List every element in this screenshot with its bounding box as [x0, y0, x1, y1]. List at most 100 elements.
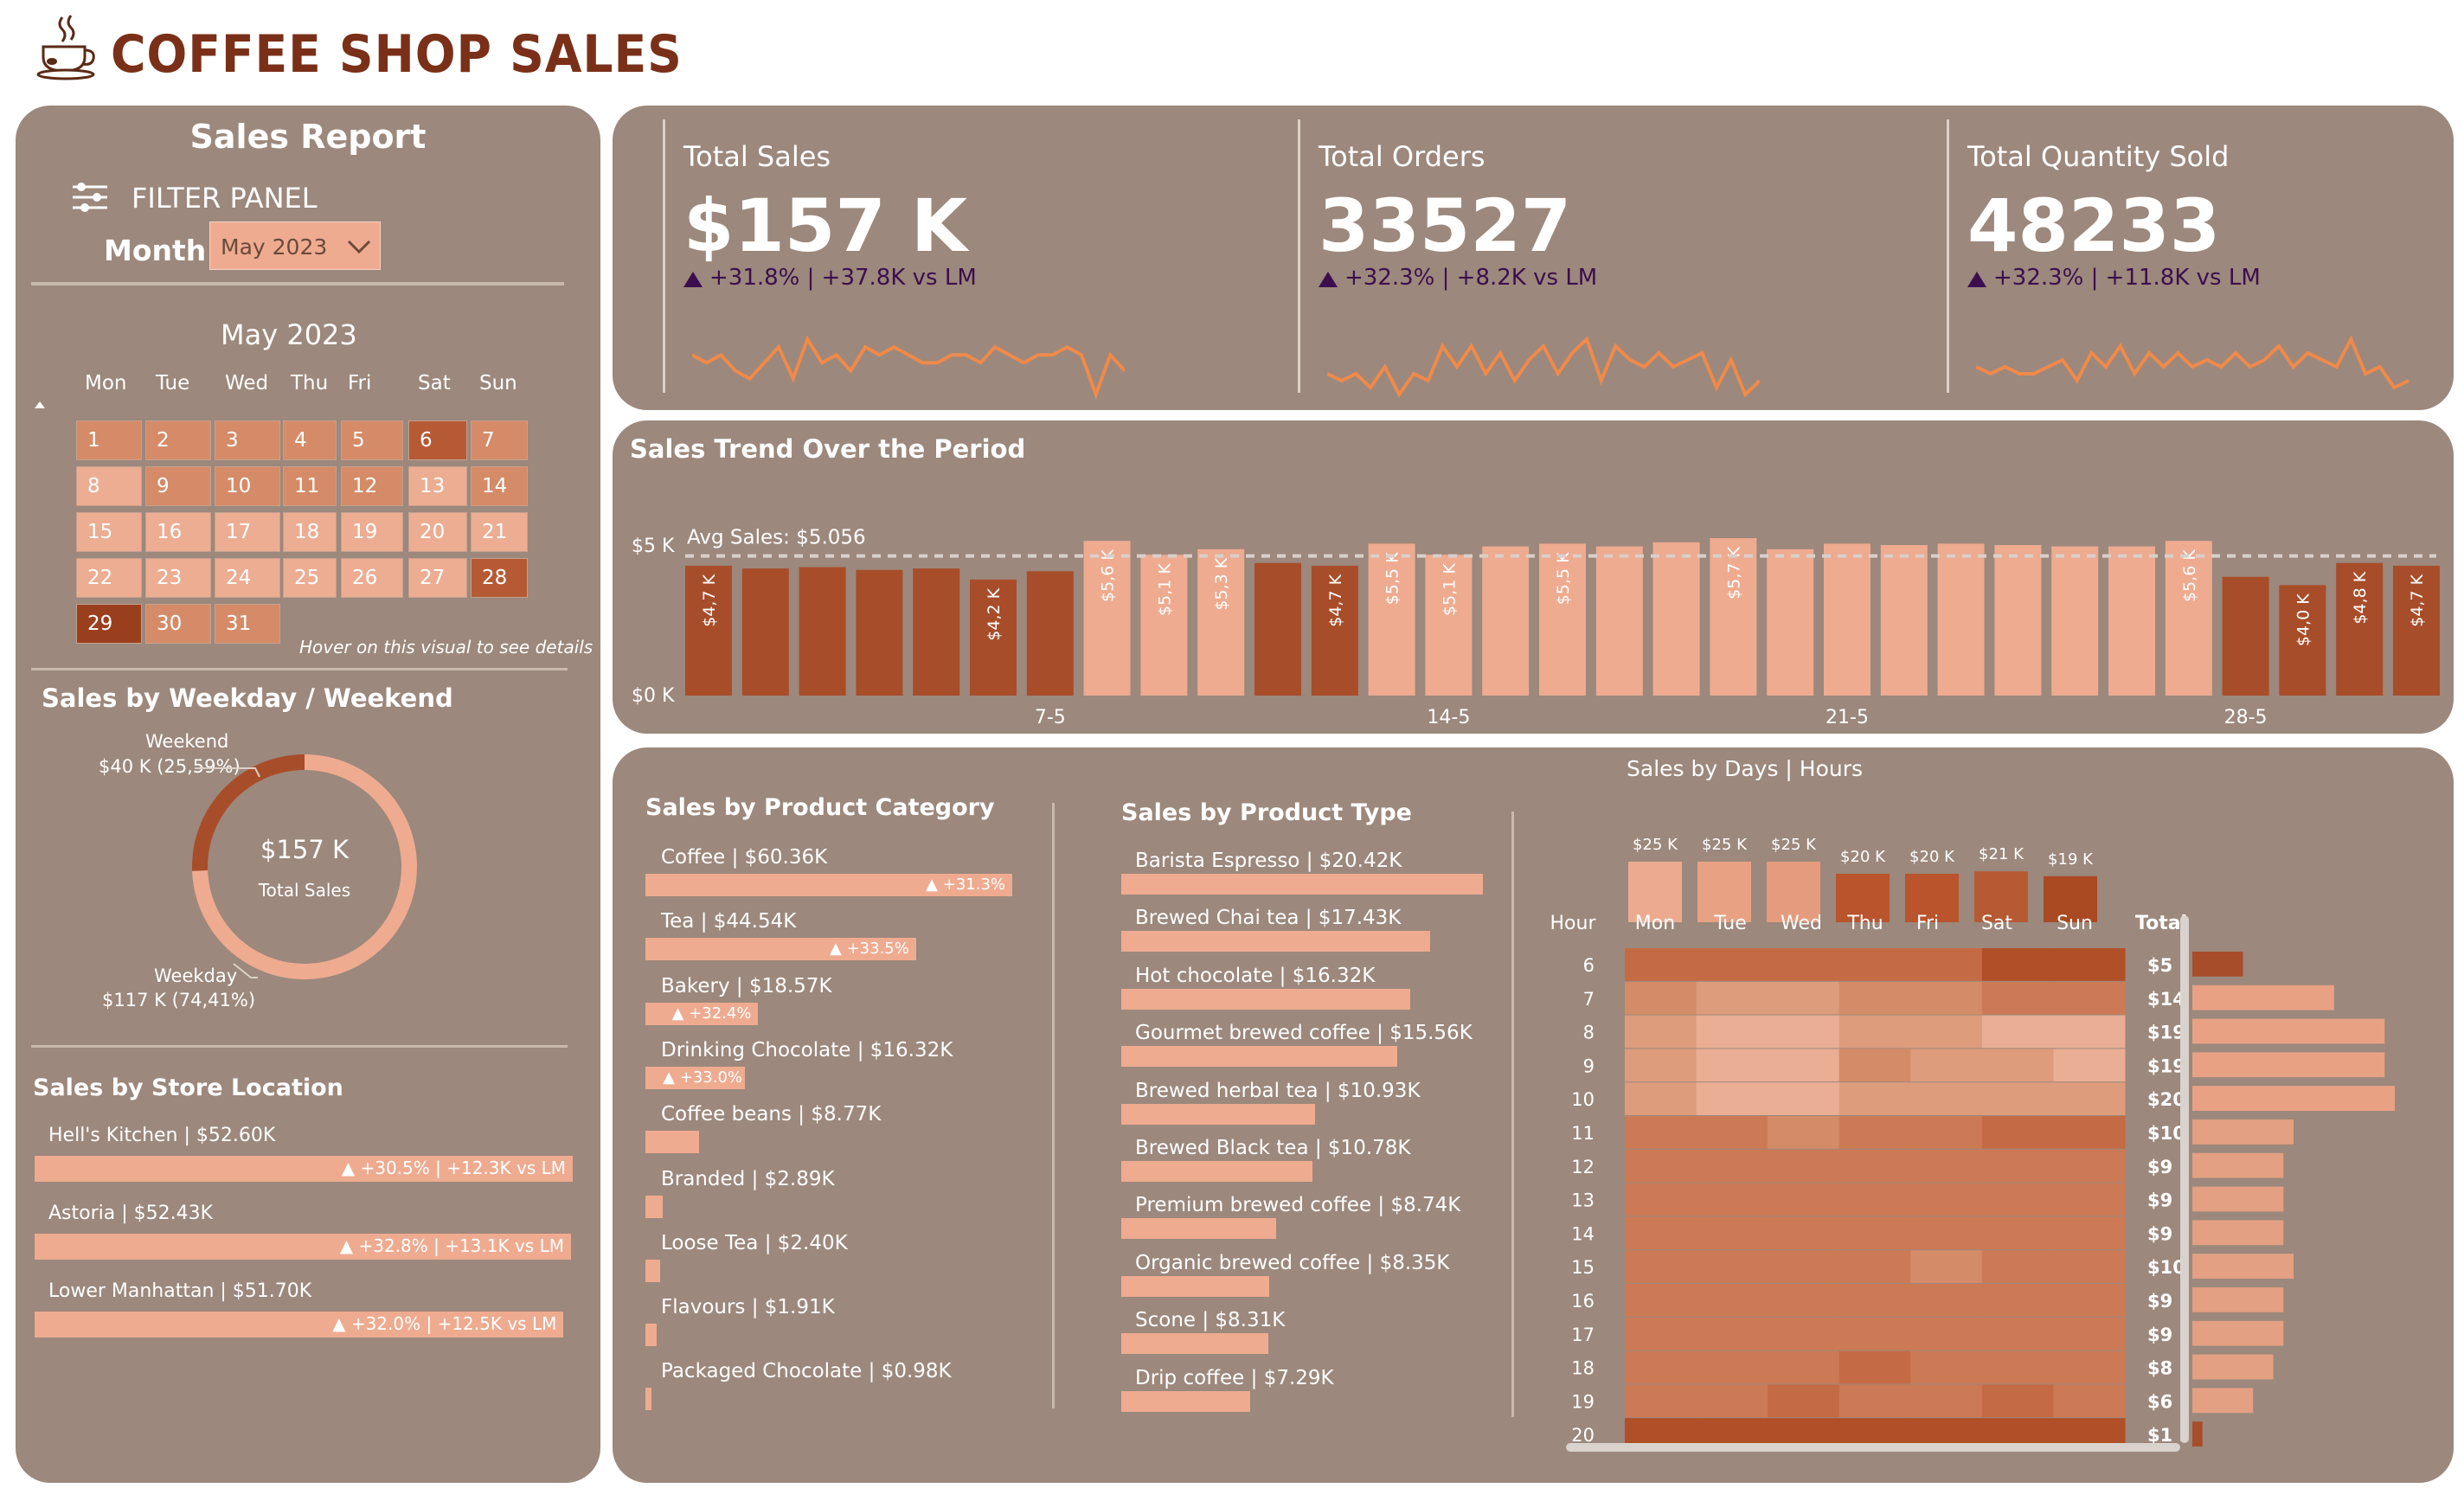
hour-total-bar[interactable]: [2192, 1052, 2385, 1078]
ptype-bar[interactable]: [1121, 1161, 1312, 1182]
ptype-bar[interactable]: [1121, 988, 1411, 1010]
calendar-day[interactable]: 18: [283, 512, 337, 552]
calendar-day[interactable]: 5: [341, 420, 403, 460]
trend-bar[interactable]: [856, 569, 903, 696]
heatmap-cell[interactable]: [1768, 981, 1840, 1015]
heatmap-cell[interactable]: [1910, 1350, 1983, 1384]
hour-total-bar[interactable]: [2192, 1254, 2294, 1279]
heatmap-cell[interactable]: [1838, 1116, 1911, 1149]
heatmap-cell[interactable]: [1838, 1049, 1911, 1082]
heatmap-cell[interactable]: [1625, 1116, 1697, 1149]
ptype-bar[interactable]: [1121, 1103, 1315, 1125]
heatmap-cell[interactable]: [1910, 1082, 1983, 1115]
heatmap-cell[interactable]: [1768, 1216, 1840, 1250]
heatmap-cell[interactable]: [2053, 1015, 2126, 1049]
heatmap-cell[interactable]: [1625, 1284, 1697, 1317]
heatmap-cell[interactable]: [1625, 1049, 1697, 1082]
calendar-day[interactable]: 13: [408, 466, 467, 506]
heatmap-cell[interactable]: [2053, 1049, 2126, 1082]
heatmap-cell[interactable]: [1768, 1049, 1840, 1082]
heatmap-cell[interactable]: [1768, 948, 1840, 981]
heatmap-cell[interactable]: [1696, 1049, 1768, 1082]
heatmap-cell[interactable]: [1768, 1116, 1840, 1149]
trend-bar[interactable]: [2108, 546, 2155, 696]
calendar-day[interactable]: 23: [145, 558, 211, 598]
heatmap-cell[interactable]: [1768, 1015, 1840, 1049]
trend-bar[interactable]: [741, 568, 789, 696]
trend-bar[interactable]: [913, 568, 960, 696]
heatmap-cell[interactable]: [1838, 1082, 1911, 1115]
trend-bar[interactable]: [1482, 546, 1530, 696]
trend-bar[interactable]: [2222, 576, 2269, 696]
calendar-day[interactable]: 26: [341, 558, 403, 598]
heatmap-cell[interactable]: [1910, 1216, 1983, 1250]
heatmap-cell[interactable]: [1838, 1317, 1911, 1350]
heatmap-cell[interactable]: [2053, 948, 2126, 981]
hour-total-bar[interactable]: [2192, 1421, 2203, 1446]
heatmap-cell[interactable]: [1625, 1250, 1697, 1283]
calendar-day[interactable]: 27: [408, 558, 467, 598]
heatmap-cell[interactable]: [1625, 1149, 1697, 1183]
heatmap-cell[interactable]: [1910, 1384, 1983, 1418]
trend-bar[interactable]: [2051, 546, 2099, 696]
heatmap-cell[interactable]: [1838, 1350, 1911, 1384]
calendar-day[interactable]: 9: [145, 466, 211, 506]
heatmap-cell[interactable]: [2053, 981, 2126, 1015]
hour-total-bar[interactable]: [2192, 1018, 2385, 1044]
heatmap-cell[interactable]: [2053, 1384, 2126, 1418]
calendar-day[interactable]: 1: [76, 420, 142, 460]
kpi-sparkline[interactable]: [1976, 318, 2409, 405]
heatmap-cell[interactable]: [1625, 948, 1697, 981]
heatmap-cell[interactable]: [1910, 1015, 1983, 1049]
heatmap-cell[interactable]: [1981, 1317, 2054, 1350]
heatmap-cell[interactable]: [1696, 1250, 1768, 1283]
trend-bar[interactable]: [1026, 571, 1074, 696]
calendar-day[interactable]: 4: [283, 420, 337, 460]
trend-bar[interactable]: [1254, 562, 1301, 696]
heatmap-cell[interactable]: [1981, 1350, 2054, 1384]
trend-bar[interactable]: [1767, 548, 1814, 696]
heatmap-cell[interactable]: [1768, 1284, 1840, 1317]
calendar-day[interactable]: 3: [215, 420, 280, 460]
heatmap-cell[interactable]: [1768, 1250, 1840, 1283]
category-bar[interactable]: [645, 1324, 658, 1347]
calendar-day[interactable]: 19: [341, 512, 403, 552]
heatmap-cell[interactable]: [1838, 1284, 1911, 1317]
heatmap-cell[interactable]: [1768, 1082, 1840, 1115]
heatmap-cell[interactable]: [1696, 1015, 1768, 1049]
heatmap-cell[interactable]: [1696, 1317, 1768, 1350]
calendar-day[interactable]: 30: [145, 604, 211, 644]
trend-bar[interactable]: [1880, 545, 1928, 696]
heatmap-cell[interactable]: [1838, 981, 1911, 1015]
calendar-day[interactable]: 15: [76, 512, 142, 552]
calendar-day[interactable]: 8: [76, 466, 142, 506]
hour-total-bar[interactable]: [2192, 1186, 2284, 1212]
calendar-day[interactable]: 10: [215, 466, 280, 506]
heatmap-cell[interactable]: [1625, 1183, 1697, 1216]
heatmap-cell[interactable]: [1625, 1384, 1697, 1418]
heatmap-cell[interactable]: [1981, 1384, 2054, 1418]
heatmap-cell[interactable]: [1696, 1116, 1768, 1149]
heatmap-cell[interactable]: [2053, 1317, 2126, 1350]
calendar-day[interactable]: 14: [471, 466, 528, 506]
kpi-sparkline[interactable]: [1327, 318, 1760, 405]
heatmap-cell[interactable]: [1625, 1350, 1697, 1384]
heatmap-cell[interactable]: [1838, 1216, 1911, 1250]
trend-bar[interactable]: [1937, 543, 1985, 696]
heatmap-cell[interactable]: [2053, 1350, 2126, 1384]
heatmap-cell[interactable]: [1696, 1384, 1768, 1418]
ptype-bar[interactable]: [1121, 1046, 1397, 1068]
heatmap-cell[interactable]: [2053, 1250, 2126, 1283]
trend-bar[interactable]: [1652, 542, 1700, 696]
heatmap-cell[interactable]: [1981, 1049, 2054, 1082]
heatmap-cell[interactable]: [1625, 1015, 1697, 1049]
heatmap-cell[interactable]: [1981, 1149, 2054, 1183]
trend-bar[interactable]: [1994, 545, 2042, 696]
vertical-scrollbar[interactable]: [2180, 915, 2189, 1443]
heatmap-cell[interactable]: [1838, 1250, 1911, 1283]
category-bar[interactable]: [645, 1388, 651, 1411]
trend-chart[interactable]: $5 K$0 K$4,7 K $4,2 K$5,6 K $5,1 K $5,3 K $4…: [619, 490, 2454, 784]
hour-total-bar[interactable]: [2192, 1086, 2395, 1111]
heatmap-cell[interactable]: [1981, 1116, 2054, 1149]
heatmap-cell[interactable]: [2053, 1216, 2126, 1250]
